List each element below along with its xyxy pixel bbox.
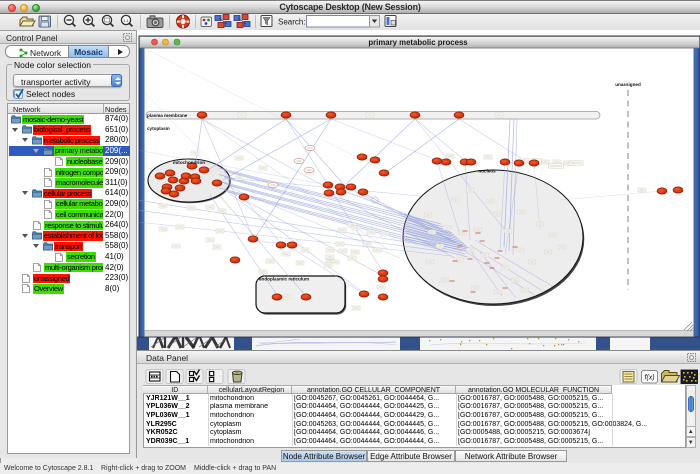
svg-text:mitochondrion: mitochondrion [173, 160, 205, 165]
svg-text:primary metabolic process: primary metabolic process [368, 38, 468, 47]
svg-text:1:1: 1:1 [123, 18, 129, 23]
svg-text:unassigned: unassigned [615, 82, 641, 87]
svg-text:nucleus: nucleus [478, 169, 496, 174]
svg-text:plasma membrane: plasma membrane [147, 113, 188, 118]
svg-text:endoplasmic reticulum: endoplasmic reticulum [259, 277, 309, 282]
svg-text:cytoplasm: cytoplasm [147, 126, 170, 131]
svg-text:f(x): f(x) [644, 375, 654, 382]
svg-text:Search:: Search: [278, 18, 306, 27]
